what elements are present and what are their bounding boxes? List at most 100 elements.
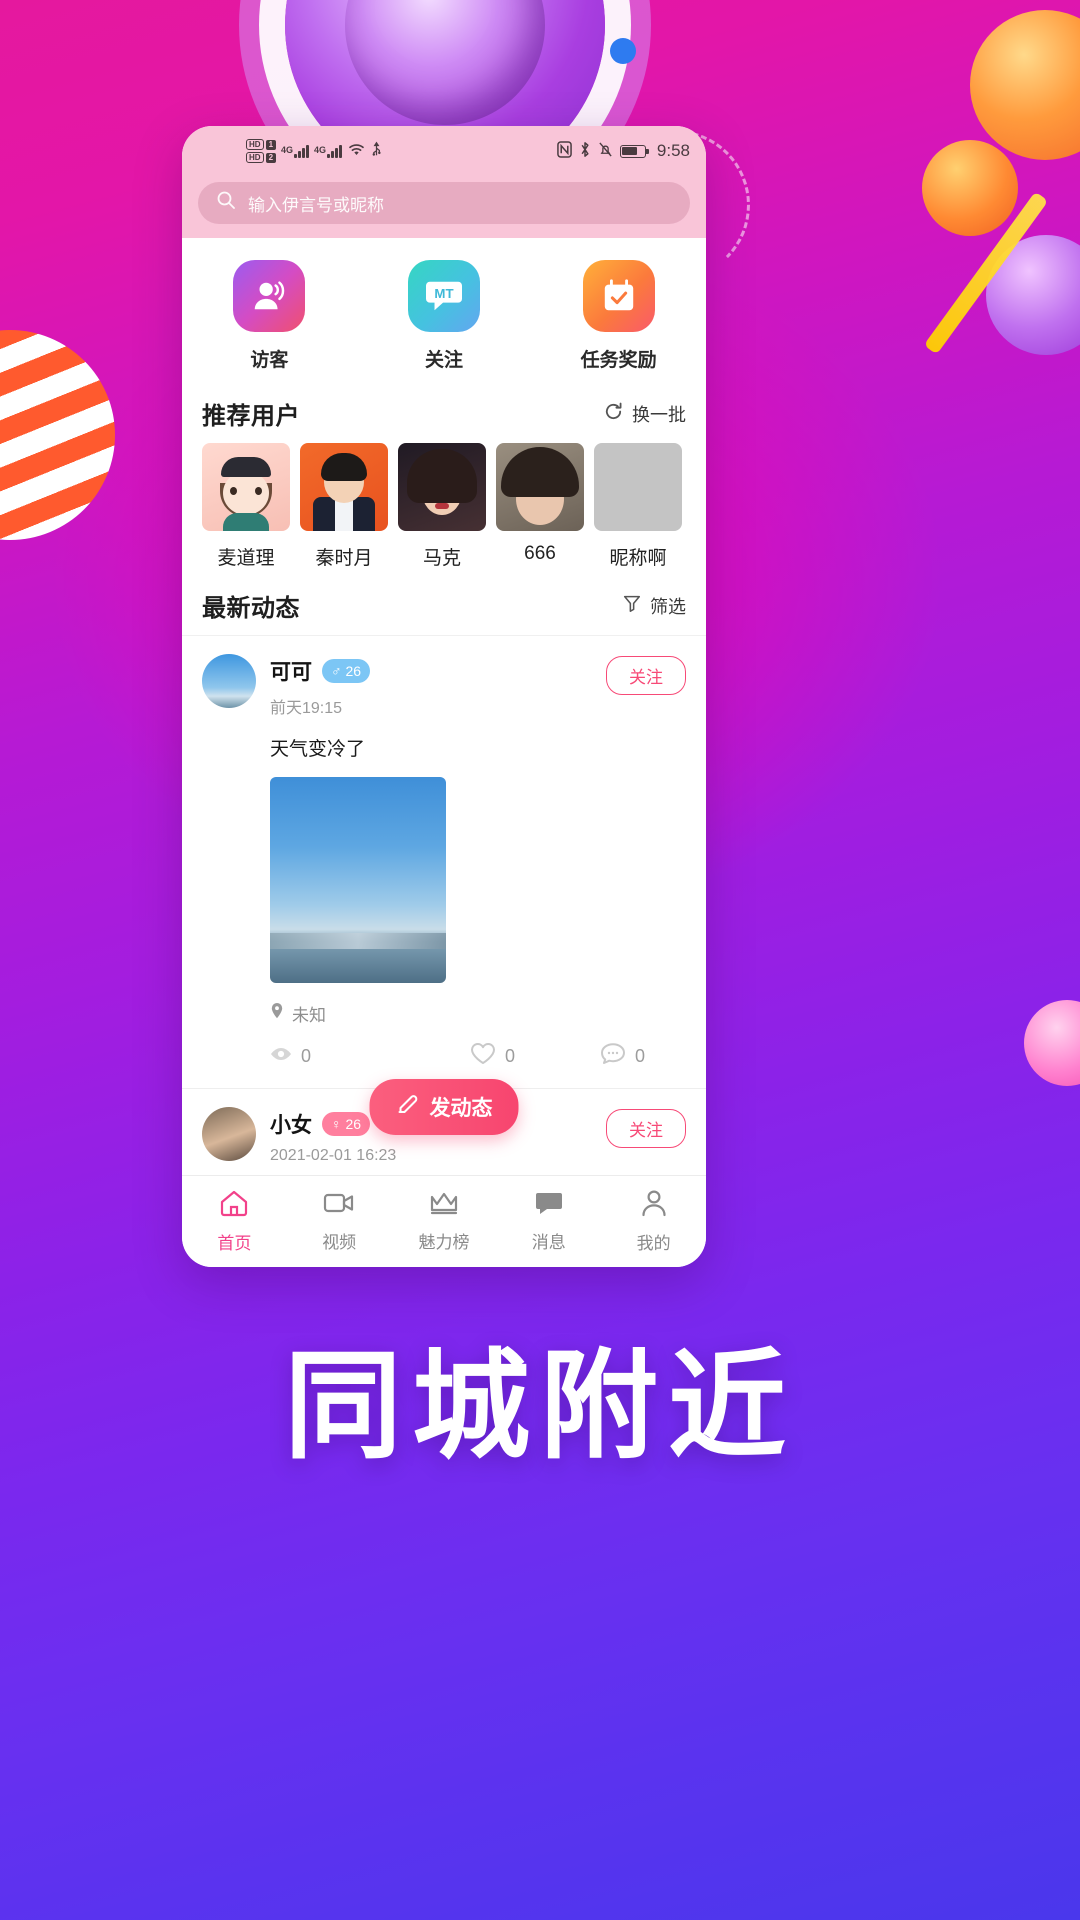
location-pin-icon <box>270 1002 284 1025</box>
post-meta: 可可 ♂ 26 前天19:15 <box>270 654 592 718</box>
recommend-user[interactable]: 马克 <box>398 443 486 570</box>
recommend-header: 推荐用户 换一批 <box>182 378 706 443</box>
task-reward-icon <box>582 260 655 332</box>
post-location-label: 未知 <box>292 1006 326 1025</box>
feed-post[interactable]: 可可 ♂ 26 前天19:15 关注 天气变冷了 未知 0 0 0 <box>182 636 706 1089</box>
avatar <box>202 443 290 531</box>
refresh-icon <box>603 401 624 427</box>
volte-sim-indicators: HD 1 HD 2 <box>246 139 277 163</box>
wifi-icon <box>347 142 366 161</box>
recommend-user-name: 秦时月 <box>315 548 373 569</box>
quick-action-follow[interactable]: MT 关注 <box>357 260 532 372</box>
edit-pencil-icon <box>396 1092 420 1122</box>
network-type-2: 4G <box>314 144 327 155</box>
tab-label: 消息 <box>531 1233 566 1252</box>
quick-action-label: 关注 <box>425 350 464 371</box>
network-type-1: 4G <box>281 144 294 155</box>
avatar <box>496 443 584 531</box>
recommend-user-name: 马克 <box>422 548 461 569</box>
feed-title: 最新动态 <box>202 595 300 622</box>
post-author-name: 可可 <box>270 661 312 684</box>
quick-action-visitor[interactable]: 访客 <box>182 260 357 372</box>
visitor-icon <box>233 260 306 332</box>
hd-badge-1: HD <box>246 139 264 150</box>
tab-video[interactable]: 视频 <box>287 1190 392 1253</box>
compose-post-button[interactable]: 发动态 <box>369 1079 519 1135</box>
follow-message-icon: MT <box>408 260 480 332</box>
refresh-batch-label: 换一批 <box>632 404 686 425</box>
feed-header: 最新动态 筛选 <box>182 570 706 635</box>
avatar[interactable] <box>202 654 256 708</box>
follow-button[interactable]: 关注 <box>606 656 686 695</box>
message-icon <box>534 1190 564 1221</box>
filter-label: 筛选 <box>650 596 686 617</box>
tab-label: 首页 <box>217 1234 252 1253</box>
video-icon <box>323 1190 355 1221</box>
decorative-ribbon <box>923 191 1049 355</box>
decorative-ball-top-inner <box>345 0 545 125</box>
signal-bars-icon-1 <box>294 144 310 158</box>
recommend-title: 推荐用户 <box>202 403 300 430</box>
post-image[interactable] <box>270 777 446 983</box>
quick-action-label: 访客 <box>250 350 289 371</box>
tab-home[interactable]: 首页 <box>182 1189 287 1254</box>
post-time: 2021-02-01 16:23 <box>270 1147 397 1164</box>
comment-icon <box>600 1042 626 1070</box>
phone-screen: HD 1 HD 2 4G 4G 9:58 输入伊言号或昵称 访客 MT 关注 任… <box>182 126 706 1267</box>
age-value: 26 <box>345 663 362 679</box>
sim-badge-2: 2 <box>265 152 277 163</box>
heart-icon <box>470 1042 496 1070</box>
svg-text:MT: MT <box>434 286 453 301</box>
search-section: 输入伊言号或昵称 <box>182 176 706 238</box>
status-bar-clock: 9:58 <box>656 141 690 160</box>
status-bar-left: HD 1 HD 2 4G 4G <box>198 139 557 163</box>
gender-icon: ♀ <box>331 1116 342 1132</box>
filter-button[interactable]: 筛选 <box>622 593 686 619</box>
recommend-user[interactable]: 秦时月 <box>300 443 388 570</box>
tab-profile[interactable]: 我的 <box>601 1189 706 1254</box>
tab-label: 魅力榜 <box>418 1233 470 1252</box>
search-icon <box>216 190 236 216</box>
sim-badge-1: 1 <box>265 139 277 150</box>
decorative-ball-orange-b <box>922 140 1018 236</box>
crown-icon <box>429 1190 459 1221</box>
gender-age-badge: ♂ 26 <box>322 659 371 683</box>
status-bar-right: 9:58 <box>557 140 690 162</box>
decorative-ball-orange-a <box>970 10 1080 160</box>
refresh-batch-button[interactable]: 换一批 <box>603 401 686 427</box>
gender-icon: ♂ <box>331 663 342 679</box>
post-views-count: 0 <box>301 1045 312 1066</box>
decorative-blue-dot <box>610 38 636 64</box>
tab-charm-rank[interactable]: 魅力榜 <box>392 1190 497 1253</box>
eye-icon <box>270 1046 292 1067</box>
filter-icon <box>622 593 642 618</box>
tab-label: 视频 <box>322 1233 357 1252</box>
home-icon <box>219 1189 249 1222</box>
search-input[interactable]: 输入伊言号或昵称 <box>198 182 690 224</box>
avatar <box>398 443 486 531</box>
age-value: 26 <box>345 1116 362 1132</box>
decorative-striped-ball <box>0 330 115 540</box>
post-time: 前天19:15 <box>270 700 343 717</box>
promo-headline: 同城附近 <box>283 1337 796 1475</box>
recommend-user-name: 昵称啊 <box>609 548 667 569</box>
tab-messages[interactable]: 消息 <box>496 1190 601 1253</box>
recommend-user[interactable]: 昵称啊 <box>594 443 682 570</box>
post-comments[interactable]: 0 <box>600 1042 645 1070</box>
battery-icon <box>619 144 649 158</box>
usb-icon <box>371 141 382 161</box>
follow-button[interactable]: 关注 <box>606 1109 686 1148</box>
recommend-user[interactable]: 麦道理 <box>202 443 290 570</box>
signal-group-2: 4G <box>314 144 343 158</box>
signal-bars-icon-2 <box>327 144 343 158</box>
avatar[interactable] <box>202 1107 256 1161</box>
post-name-line: 可可 ♂ 26 <box>270 656 592 686</box>
quick-actions: 访客 MT 关注 任务奖励 <box>182 238 706 378</box>
hd-badge-2: HD <box>246 152 264 163</box>
recommend-list[interactable]: 麦道理 秦时月 马克 666 昵称啊 <box>182 443 706 570</box>
quick-action-task[interactable]: 任务奖励 <box>531 260 706 372</box>
signal-group-1: 4G <box>281 144 310 158</box>
gender-age-badge: ♀ 26 <box>322 1112 371 1136</box>
post-likes[interactable]: 0 <box>470 1042 600 1070</box>
recommend-user[interactable]: 666 <box>496 443 584 570</box>
